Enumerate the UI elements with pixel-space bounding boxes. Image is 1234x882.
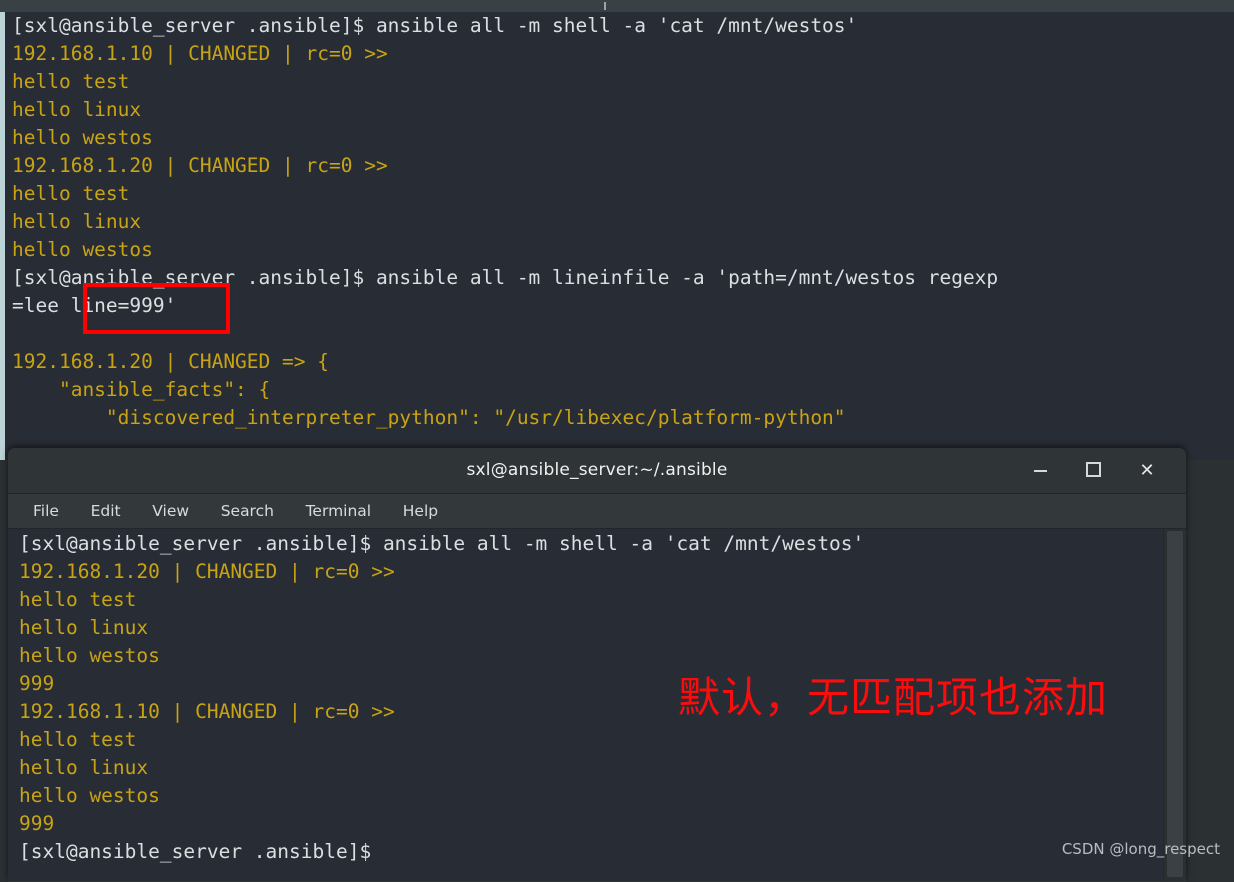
- close-icon: ✕: [1139, 460, 1155, 481]
- titlebar-tick-mark: [604, 2, 606, 10]
- menu-item-search[interactable]: Search: [210, 494, 285, 528]
- menu-item-view[interactable]: View: [141, 494, 200, 528]
- terminal-line: hello linux: [19, 756, 149, 779]
- background-terminal-line: hello linux: [12, 210, 142, 233]
- terminal-line: [sxl@ansible_server .ansible]$ ansible a…: [19, 532, 865, 555]
- minimize-button[interactable]: [1027, 459, 1053, 483]
- terminal-line: [sxl@ansible_server .ansible]$: [19, 840, 372, 863]
- terminal-line: hello test: [19, 728, 137, 751]
- background-terminal-line: [sxl@ansible_server .ansible]$ ansible a…: [12, 14, 858, 37]
- background-terminal-line: "ansible_facts": {: [12, 378, 271, 401]
- terminal-line: hello test: [19, 588, 137, 611]
- background-terminal-line: hello westos: [12, 238, 153, 261]
- background-terminal-window[interactable]: [sxl@ansible_server .ansible]$ ansible a…: [0, 0, 1234, 460]
- background-terminal-line: hello test: [12, 70, 130, 93]
- menu-item-edit[interactable]: Edit: [80, 494, 132, 528]
- background-terminal-line: hello westos: [12, 126, 153, 149]
- scrollbar-thumb[interactable]: [1167, 531, 1183, 877]
- background-terminal-line: [sxl@ansible_server .ansible]$ ansible a…: [12, 266, 999, 289]
- background-terminal-screen[interactable]: [sxl@ansible_server .ansible]$ ansible a…: [5, 12, 1234, 460]
- watermark-text: CSDN @long_respect: [1061, 840, 1220, 858]
- background-terminal-line: "discovered_interpreter_python": "/usr/l…: [12, 406, 846, 429]
- minimize-icon: [1033, 470, 1047, 472]
- menu-item-help[interactable]: Help: [392, 494, 449, 528]
- background-terminal-line: hello linux: [12, 98, 142, 121]
- maximize-button[interactable]: [1080, 459, 1106, 483]
- background-terminal-line: hello test: [12, 182, 130, 205]
- maximize-icon: [1085, 462, 1101, 477]
- annotation-red-text: 默认，无匹配项也添加: [678, 673, 1109, 722]
- menu-item-terminal[interactable]: Terminal: [295, 494, 383, 528]
- terminal-window[interactable]: sxl@ansible_server:~/.ansible ✕ File Edi…: [8, 448, 1186, 882]
- window-titlebar[interactable]: sxl@ansible_server:~/.ansible ✕: [8, 448, 1186, 493]
- background-terminal-line: =lee line=999': [12, 294, 177, 317]
- background-terminal-line: 192.168.1.20 | CHANGED => {: [12, 350, 329, 373]
- menu-bar[interactable]: File Edit View Search Terminal Help: [8, 493, 1186, 529]
- background-terminal-line: [12, 320, 998, 348]
- terminal-line: hello westos: [19, 784, 160, 807]
- terminal-line: 999: [19, 812, 55, 835]
- terminal-line: hello westos: [19, 644, 160, 667]
- menu-item-file[interactable]: File: [22, 494, 70, 528]
- close-button[interactable]: ✕: [1134, 459, 1160, 483]
- background-terminal-line: 192.168.1.20 | CHANGED | rc=0 >>: [12, 154, 388, 177]
- background-terminal-line: 192.168.1.10 | CHANGED | rc=0 >>: [12, 42, 388, 65]
- terminal-scrollbar[interactable]: [1163, 529, 1186, 881]
- terminal-line: hello linux: [19, 616, 149, 639]
- terminal-line: 192.168.1.20 | CHANGED | rc=0 >>: [19, 560, 395, 583]
- window-title: sxl@ansible_server:~/.ansible: [466, 460, 728, 480]
- background-window-titlebar-strip[interactable]: [0, 0, 1234, 12]
- background-terminal-text: [sxl@ansible_server .ansible]$ ansible a…: [12, 12, 998, 432]
